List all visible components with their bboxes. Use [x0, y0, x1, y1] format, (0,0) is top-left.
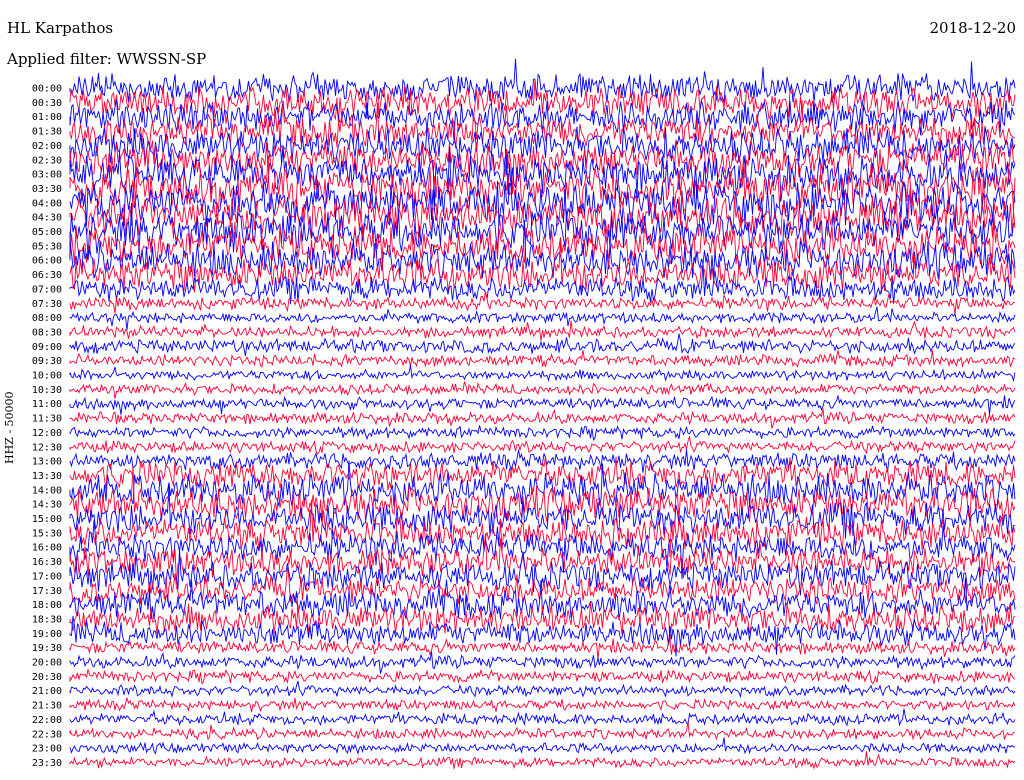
time-tick-label: 20:00	[32, 658, 62, 669]
helicorder-plot: 00:00 00:30 01:00 01:30 02:00 02:30 03:00 03:30…	[32, 58, 1016, 770]
trace-line	[69, 436, 1016, 455]
time-tick-label: 05:00	[32, 227, 62, 238]
trace-line	[69, 408, 1016, 429]
trace-line	[69, 290, 1016, 315]
time-tick-label: 18:00	[32, 600, 62, 611]
time-tick-label: 05:30	[32, 241, 62, 252]
time-tick-label: 16:00	[32, 543, 62, 554]
time-tick-label: 23:00	[32, 744, 62, 755]
trace-line	[69, 721, 1016, 741]
trace-line	[69, 751, 1016, 770]
time-tick-label: 04:30	[32, 213, 62, 224]
time-tick-label: 09:30	[32, 356, 62, 367]
time-tick-label: 16:30	[32, 557, 62, 568]
trace-line	[69, 394, 1016, 415]
trace-line	[69, 350, 1016, 368]
time-tick-label: 07:30	[32, 299, 62, 310]
time-tick-label: 21:30	[32, 701, 62, 712]
time-tick-label: 08:00	[32, 313, 62, 324]
time-tick-label: 06:00	[32, 256, 62, 267]
trace-line	[69, 615, 1016, 657]
time-tick-label: 02:00	[32, 141, 62, 152]
trace-line	[69, 708, 1016, 727]
trace-line	[69, 424, 1016, 442]
trace-line	[69, 680, 1016, 699]
time-tick-label: 03:00	[32, 170, 62, 181]
time-tick-label: 11:00	[32, 399, 62, 410]
time-tick-label: 04:00	[32, 198, 62, 209]
time-tick-label: 12:30	[32, 442, 62, 453]
time-tick-label: 23:30	[32, 758, 62, 769]
time-tick-label: 10:30	[32, 385, 62, 396]
time-tick-label: 14:00	[32, 485, 62, 496]
time-tick-label: 08:30	[32, 327, 62, 338]
trace-line	[69, 333, 1016, 357]
trace-line	[69, 696, 1016, 713]
time-tick-label: 13:00	[32, 457, 62, 468]
trace-line	[69, 638, 1016, 660]
time-tick-label: 11:30	[32, 414, 62, 425]
time-tick-label: 07:00	[32, 284, 62, 295]
time-tick-label: 02:30	[32, 155, 62, 166]
trace-line	[69, 651, 1016, 674]
time-tick-label: 19:00	[32, 629, 62, 640]
trace-line	[69, 306, 1016, 330]
time-tick-label: 15:00	[32, 514, 62, 525]
time-tick-label: 20:30	[32, 672, 62, 683]
time-tick-label: 01:30	[32, 127, 62, 138]
trace-line	[69, 668, 1016, 685]
trace-line	[69, 381, 1016, 399]
time-tick-label: 06:30	[32, 270, 62, 281]
trace-line	[69, 365, 1016, 383]
time-tick-label: 17:30	[32, 586, 62, 597]
time-tick-label: 10:00	[32, 371, 62, 382]
time-tick-label: 14:30	[32, 500, 62, 511]
time-tick-label: 00:00	[32, 84, 62, 95]
trace-line	[69, 320, 1016, 342]
trace-line	[69, 262, 1016, 305]
time-tick-label: 22:00	[32, 715, 62, 726]
time-tick-label: 18:30	[32, 614, 62, 625]
time-tick-label: 15:30	[32, 528, 62, 539]
time-tick-label: 01:00	[32, 112, 62, 123]
time-tick-label: 17:00	[32, 571, 62, 582]
trace-line	[69, 737, 1016, 755]
time-tick-label: 03:30	[32, 184, 62, 195]
time-tick-label: 00:30	[32, 98, 62, 109]
time-tick-label: 13:30	[32, 471, 62, 482]
time-tick-label: 22:30	[32, 729, 62, 740]
time-tick-label: 12:00	[32, 428, 62, 439]
time-tick-label: 09:00	[32, 342, 62, 353]
time-tick-label: 19:30	[32, 643, 62, 654]
time-tick-label: 21:00	[32, 686, 62, 697]
